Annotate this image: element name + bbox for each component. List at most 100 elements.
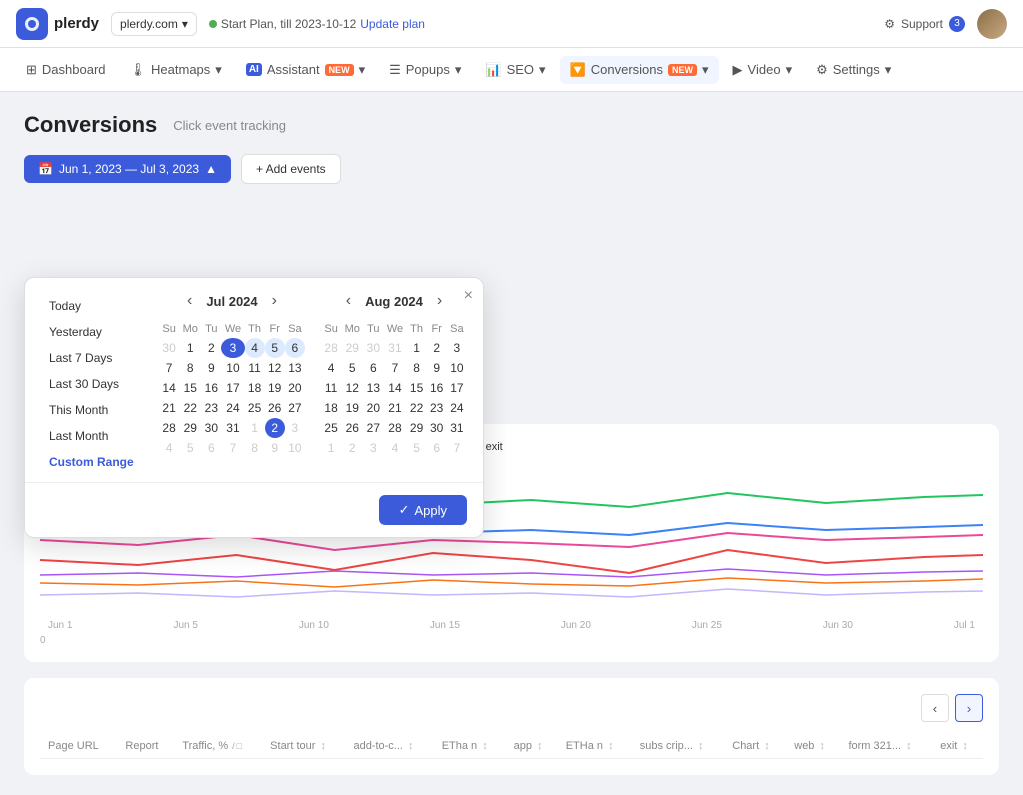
nav-item-conversions[interactable]: 🔽 Conversions NEW ▾ (560, 56, 719, 84)
calendar-day[interactable]: 5 (179, 438, 201, 458)
calendar-day[interactable]: 23 (201, 398, 221, 418)
calendar-day[interactable]: 4 (245, 338, 265, 358)
calendar-day[interactable]: 26 (341, 418, 363, 438)
date-range-button[interactable]: 📅 Jun 1, 2023 — Jul 3, 2023 ▲ (24, 155, 231, 183)
table-next-button[interactable]: › (955, 694, 983, 722)
calendar-day[interactable]: 22 (407, 398, 427, 418)
calendar-day[interactable]: 17 (447, 378, 467, 398)
calendar-day[interactable]: 27 (363, 418, 383, 438)
calendar-day[interactable]: 31 (221, 418, 244, 438)
calendar-day[interactable]: 29 (407, 418, 427, 438)
calendar-day[interactable]: 27 (285, 398, 305, 418)
quick-option-today[interactable]: Today (41, 294, 151, 318)
calendar-day[interactable]: 28 (321, 338, 341, 358)
calendar-day[interactable]: 20 (363, 398, 383, 418)
calendar-day[interactable]: 6 (201, 438, 221, 458)
avatar[interactable] (977, 9, 1007, 39)
calendar-day[interactable]: 6 (363, 358, 383, 378)
calendar-day[interactable]: 4 (159, 438, 179, 458)
calendar-day[interactable]: 6 (285, 338, 305, 358)
calendar-day[interactable]: 3 (447, 338, 467, 358)
prev-month-button[interactable]: ‹ (181, 290, 198, 312)
calendar-day[interactable]: 7 (159, 358, 179, 378)
calendar-day[interactable]: 28 (159, 418, 179, 438)
calendar-day[interactable]: 3 (363, 438, 383, 458)
calendar-day[interactable]: 1 (245, 418, 265, 438)
table-prev-button[interactable]: ‹ (921, 694, 949, 722)
calendar-day[interactable]: 9 (427, 358, 447, 378)
calendar-day[interactable]: 31 (447, 418, 467, 438)
calendar-day[interactable]: 13 (285, 358, 305, 378)
calendar-day[interactable]: 30 (159, 338, 179, 358)
calendar-day[interactable]: 10 (285, 438, 305, 458)
calendar-day[interactable]: 14 (383, 378, 406, 398)
nav-item-dashboard[interactable]: ⊞ Dashboard (16, 56, 116, 84)
calendar-day[interactable]: 23 (427, 398, 447, 418)
calendar-day[interactable]: 31 (383, 338, 406, 358)
calendar-day[interactable]: 8 (245, 438, 265, 458)
calendar-day[interactable]: 12 (265, 358, 285, 378)
calendar-day[interactable]: 9 (201, 358, 221, 378)
calendar-day[interactable]: 26 (265, 398, 285, 418)
calendar-day[interactable]: 5 (407, 438, 427, 458)
calendar-day[interactable]: 14 (159, 378, 179, 398)
calendar-day[interactable]: 7 (221, 438, 244, 458)
right-next-month-button[interactable]: › (431, 290, 448, 312)
calendar-day[interactable]: 5 (265, 338, 285, 358)
left-next-month-button[interactable]: › (266, 290, 283, 312)
calendar-day[interactable]: 1 (407, 338, 427, 358)
calendar-day[interactable]: 20 (285, 378, 305, 398)
calendar-day[interactable]: 16 (201, 378, 221, 398)
calendar-day[interactable]: 8 (407, 358, 427, 378)
calendar-day[interactable]: 17 (221, 378, 244, 398)
calendar-day[interactable]: 18 (245, 378, 265, 398)
calendar-day[interactable]: 2 (341, 438, 363, 458)
nav-item-video[interactable]: ▶ Video ▾ (723, 56, 803, 84)
calendar-day[interactable]: 7 (447, 438, 467, 458)
calendar-day[interactable]: 24 (221, 398, 244, 418)
calendar-day[interactable]: 12 (341, 378, 363, 398)
calendar-day[interactable]: 22 (179, 398, 201, 418)
site-selector[interactable]: plerdy.com ▾ (111, 12, 197, 36)
calendar-day[interactable]: 25 (245, 398, 265, 418)
nav-item-popups[interactable]: ☰ Popups ▾ (379, 56, 471, 84)
calendar-day[interactable]: 13 (363, 378, 383, 398)
calendar-day[interactable]: 5 (341, 358, 363, 378)
calendar-day[interactable]: 3 (221, 338, 244, 358)
calendar-day[interactable]: 21 (383, 398, 406, 418)
nav-item-seo[interactable]: 📊 SEO ▾ (475, 56, 555, 84)
calendar-day[interactable]: 25 (321, 418, 341, 438)
calendar-day[interactable]: 4 (321, 358, 341, 378)
calendar-day[interactable]: 1 (321, 438, 341, 458)
calendar-day[interactable]: 2 (201, 338, 221, 358)
calendar-day[interactable]: 8 (179, 358, 201, 378)
calendar-day[interactable]: 19 (341, 398, 363, 418)
calendar-day[interactable]: 29 (179, 418, 201, 438)
calendar-day[interactable]: 2 (427, 338, 447, 358)
calendar-close-button[interactable]: × (464, 288, 473, 304)
calendar-day[interactable]: 21 (159, 398, 179, 418)
calendar-day[interactable]: 11 (321, 378, 341, 398)
calendar-day[interactable]: 6 (427, 438, 447, 458)
calendar-day[interactable]: 18 (321, 398, 341, 418)
calendar-day[interactable]: 30 (363, 338, 383, 358)
nav-item-heatmaps[interactable]: 🌡 Heatmaps ▾ (120, 56, 232, 84)
calendar-day[interactable]: 28 (383, 418, 406, 438)
nav-item-assistant[interactable]: AI Assistant NEW ▾ (236, 56, 375, 84)
calendar-day[interactable]: 15 (179, 378, 201, 398)
quick-option-last-month[interactable]: Last Month (41, 424, 151, 448)
apply-button[interactable]: ✓ Apply (379, 495, 467, 525)
calendar-day[interactable]: 30 (427, 418, 447, 438)
calendar-day[interactable]: 15 (407, 378, 427, 398)
quick-option-last30[interactable]: Last 30 Days (41, 372, 151, 396)
nav-item-settings[interactable]: ⚙ Settings ▾ (806, 56, 901, 84)
quick-option-this-month[interactable]: This Month (41, 398, 151, 422)
calendar-day[interactable]: 19 (265, 378, 285, 398)
quick-option-yesterday[interactable]: Yesterday (41, 320, 151, 344)
quick-option-last7[interactable]: Last 7 Days (41, 346, 151, 370)
calendar-day[interactable]: 1 (179, 338, 201, 358)
calendar-day[interactable]: 24 (447, 398, 467, 418)
calendar-day[interactable]: 3 (285, 418, 305, 438)
calendar-day[interactable]: 29 (341, 338, 363, 358)
calendar-day[interactable]: 11 (245, 358, 265, 378)
